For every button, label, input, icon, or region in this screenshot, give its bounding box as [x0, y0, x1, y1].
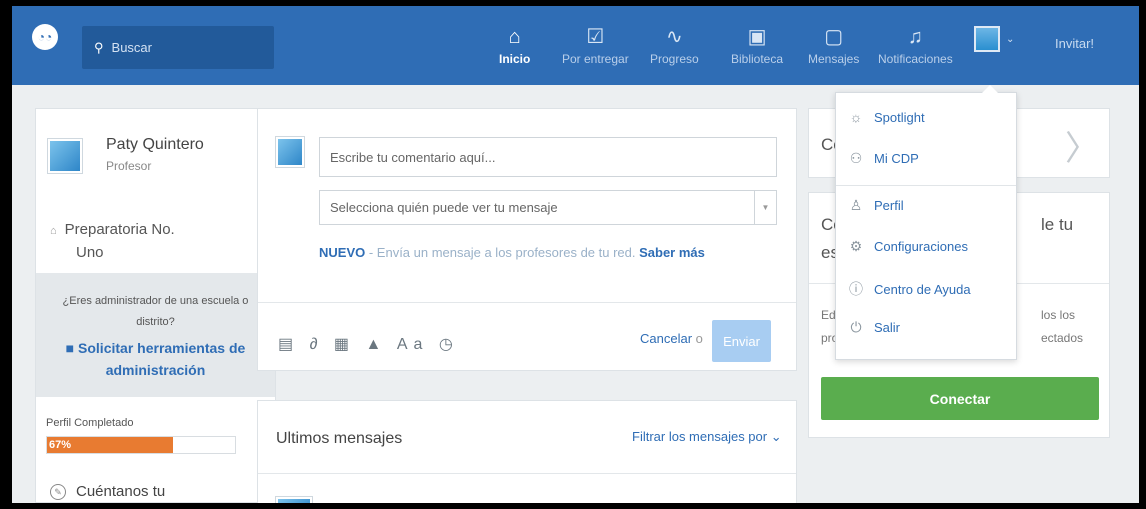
help-icon: ⓘ [849, 281, 863, 297]
menu-item-label: Perfil [874, 198, 904, 213]
request-admin-tools-link[interactable]: ■ Solicitar herramientas de administraci… [44, 337, 267, 381]
admin-question-line-2: distrito? [136, 316, 175, 328]
menu-item-perfil[interactable]: ♙ Perfil [846, 197, 904, 214]
comment-input[interactable]: Escribe tu comentario aquí... [319, 137, 777, 177]
nav-item-biblioteca[interactable]: ▣ Biblioteca [731, 24, 783, 66]
message-icon: ▢ [824, 26, 844, 48]
admin-question-line-1: ¿Eres administrador de una escuela o [62, 295, 249, 307]
power-icon: ⏻ [850, 319, 862, 335]
bell-icon: ♫ [907, 26, 923, 48]
nav-label-inicio: Inicio [499, 52, 531, 66]
menu-item-salir[interactable]: ⏻ Salir [846, 319, 900, 336]
people-icon: ⚇ [849, 150, 863, 166]
profile-progress-bar: 67% [46, 436, 236, 454]
user-icon: ♙ [849, 197, 863, 213]
search-placeholder: Buscar [111, 40, 152, 55]
menu-divider [836, 185, 1016, 186]
profile-role: Profesor [106, 159, 152, 173]
chevron-right-icon[interactable]: 〉 [1065, 121, 1099, 170]
divider [258, 473, 796, 474]
menu-item-label: Spotlight [874, 109, 925, 125]
nav-label-biblioteca: Biblioteca [731, 52, 784, 66]
square-icon: ■ [65, 340, 79, 356]
comment-placeholder: Escribe tu comentario aquí... [330, 149, 496, 165]
nav-label-por-entregar: Por entregar [562, 52, 629, 66]
filter-messages-dropdown[interactable]: Filtrar los mensajes por ⌄ [632, 429, 782, 445]
post-composer-card: Escribe tu comentario aquí... Selecciona… [257, 108, 797, 371]
profile-progress-label: Perfil Completado [46, 417, 134, 429]
or-text: o [695, 331, 703, 346]
nav-item-por-entregar[interactable]: ☑ Por entregar [562, 24, 629, 66]
admin-link-line-1: Solicitar herramientas de [78, 340, 246, 356]
nav-label-mensajes: Mensajes [808, 52, 860, 66]
learn-more-link[interactable]: Saber más [639, 245, 705, 260]
admin-request-box: ¿Eres administrador de una escuela o dis… [36, 273, 275, 397]
app-frame: ◔◔ ⚲ Buscar ⌂ Inicio ☑ Por entregar ∿ Pr… [12, 6, 1139, 503]
nav-label-notificaciones: Notificaciones [878, 52, 953, 66]
search-input[interactable]: ⚲ Buscar [82, 26, 274, 69]
profile-card: Paty Quintero Profesor ⌂ Preparatoria No.… [35, 108, 276, 503]
audience-placeholder: Selecciona quién puede ver tu mensaje [330, 200, 558, 215]
connect-card-body-a: Ed [821, 308, 836, 322]
menu-item-label: Configuraciones [874, 239, 968, 254]
admin-link-line-2: administración [105, 362, 206, 378]
menu-item-label: Salir [874, 320, 901, 335]
building-icon: ⌂ [50, 225, 57, 237]
nuevo-label: NUEVO [319, 245, 366, 260]
connect-card-title-b: le tu [1041, 215, 1074, 234]
connect-card-body-d: ectados [1041, 331, 1084, 345]
avatar [276, 137, 304, 167]
menu-item-label: Centro de Ayuda [874, 281, 971, 297]
menu-item-mi-cdp[interactable]: ⚇ Mi CDP [846, 150, 919, 167]
tell-us-text: Cuéntanos tu [76, 483, 166, 500]
nav-item-notificaciones[interactable]: ♫ Notificaciones [878, 24, 953, 66]
menu-item-spotlight[interactable]: ☼ Spotlight [846, 109, 925, 125]
top-navigation-bar: ◔◔ ⚲ Buscar ⌂ Inicio ☑ Por entregar ∿ Pr… [12, 6, 1139, 85]
home-icon: ⌂ [508, 26, 521, 48]
profile-progress-fill: 67% [47, 437, 173, 453]
nav-item-mensajes[interactable]: ▢ Mensajes [808, 24, 859, 66]
nav-item-progreso[interactable]: ∿ Progreso [650, 24, 699, 66]
tell-us-link[interactable]: ✎ Cuéntanos tu [50, 483, 166, 501]
school-name[interactable]: ⌂ Preparatoria No. Uno [50, 219, 175, 264]
school-line-2: Uno [76, 244, 104, 261]
menu-item-centro-de-ayuda[interactable]: ⓘ Centro de Ayuda [846, 279, 971, 299]
nav-label-progreso: Progreso [650, 52, 699, 66]
user-avatar-menu[interactable] [974, 26, 1000, 52]
pencil-icon: ✎ [50, 484, 66, 501]
connect-button[interactable]: Conectar [821, 377, 1099, 420]
school-line-1: Preparatoria No. [64, 221, 175, 238]
nav-item-inicio[interactable]: ⌂ Inicio [499, 24, 530, 66]
edmodo-logo-icon[interactable]: ◔◔ [32, 24, 58, 50]
latest-messages-title: Ultimos mensajes [276, 430, 403, 447]
send-button[interactable]: Enviar [712, 320, 771, 362]
avatar [276, 497, 312, 503]
progress-icon: ∿ [665, 26, 683, 48]
assignment-icon: ☑ [586, 26, 605, 48]
gear-icon: ⚙ [849, 238, 863, 254]
attachment-toolbar[interactable]: ▤ ∂ ▦ ▲ Aa ◷ [278, 334, 459, 354]
user-dropdown-menu: ☼ Spotlight ⚇ Mi CDP ♙ Perfil ⚙ Configuracio… [835, 85, 1017, 360]
spotlight-icon: ☼ [849, 109, 863, 125]
cancel-link[interactable]: Cancelar [640, 331, 692, 346]
menu-item-configuraciones[interactable]: ⚙ Configuraciones [846, 238, 968, 255]
library-icon: ▣ [747, 26, 767, 48]
new-feature-notice: NUEVO - Envía un mensaje a los profesore… [319, 245, 705, 260]
avatar[interactable] [48, 139, 82, 173]
menu-item-label: Mi CDP [874, 151, 919, 166]
connect-card-body-b: los los [1041, 308, 1076, 322]
cancel-area: Cancelar o [640, 331, 703, 346]
divider [258, 302, 796, 303]
audience-select[interactable]: Selecciona quién puede ver tu mensaje ▼ [319, 190, 777, 225]
profile-name[interactable]: Paty Quintero [106, 136, 204, 154]
invite-link[interactable]: Invitar! [1055, 36, 1094, 51]
search-icon: ⚲ [94, 39, 104, 55]
chevron-down-icon[interactable]: ⌄ [1006, 34, 1014, 45]
chevron-down-icon: ▼ [754, 191, 776, 224]
latest-messages-card: Ultimos mensajes Filtrar los mensajes po… [257, 400, 797, 503]
nuevo-text: - Envía un mensaje a los profesores de t… [365, 245, 640, 260]
